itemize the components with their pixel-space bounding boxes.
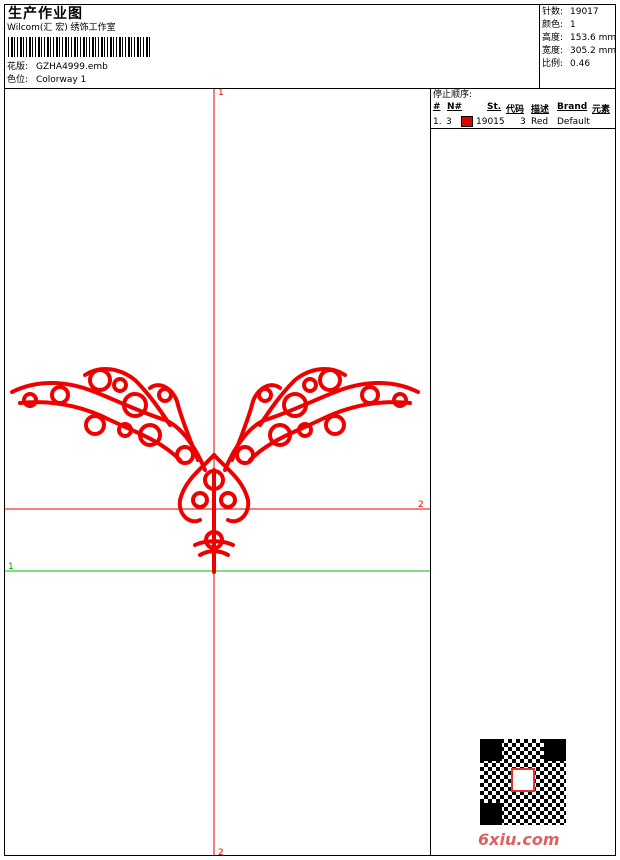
marker-v-top: 1 — [218, 88, 224, 98]
marker-h-red: 2 — [418, 500, 424, 510]
qr-logo-stamp — [511, 768, 535, 792]
marker-v-bottom: 2 — [218, 848, 224, 858]
embroidery-design — [10, 367, 420, 574]
marker-h-green: 1 — [8, 562, 14, 572]
design-canvas: 1 2 2 1 — [5, 88, 430, 858]
watermark: 6xiu.com — [478, 830, 560, 849]
